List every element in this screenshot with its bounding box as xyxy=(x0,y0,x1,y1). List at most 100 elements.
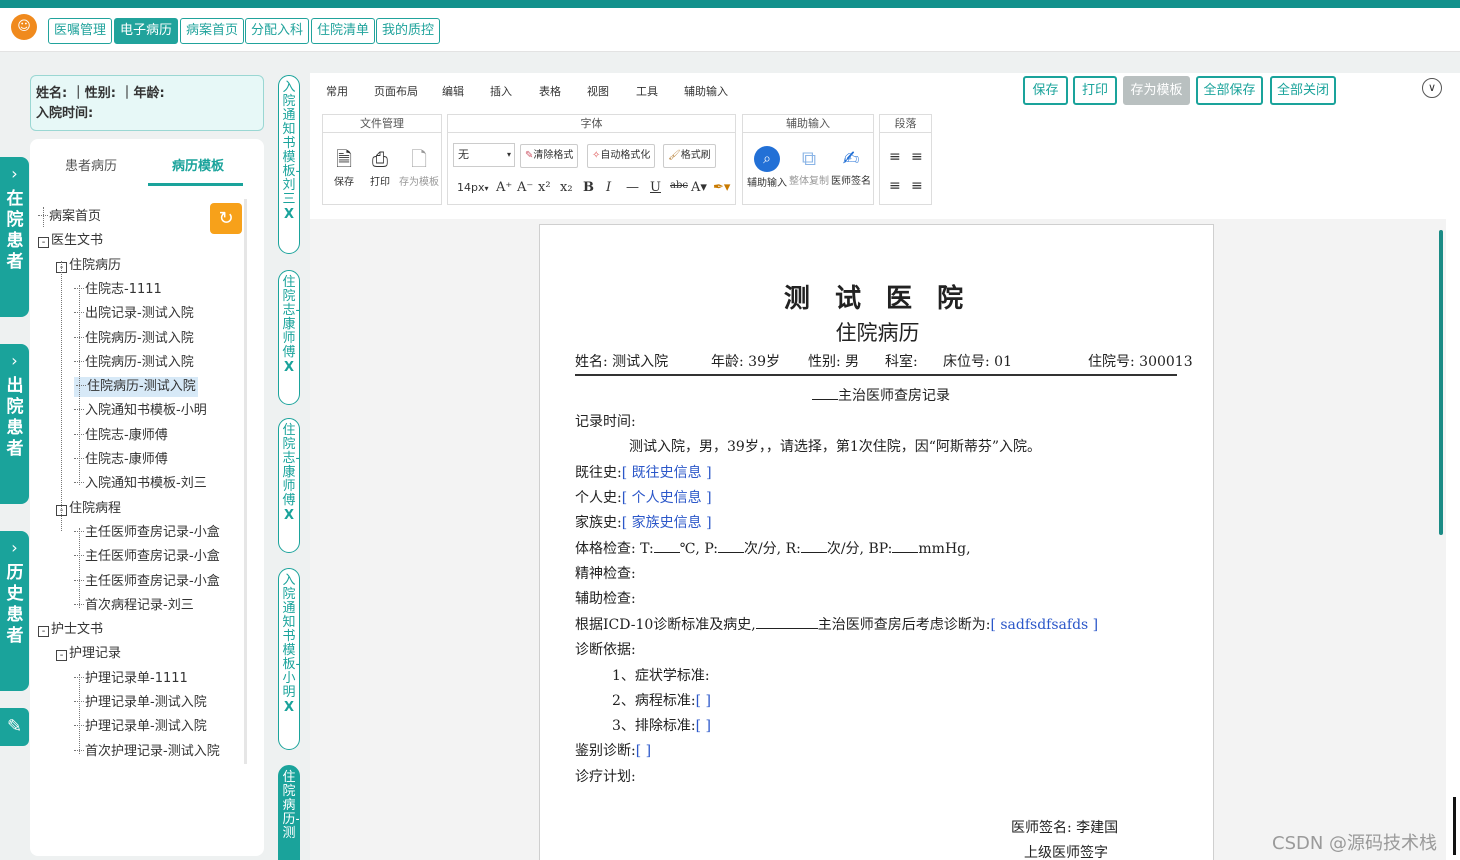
font-color-icon[interactable]: A▾ xyxy=(691,180,707,195)
tree-leaf-item[interactable]: 入院通知书模板-刘三 xyxy=(74,474,207,494)
close-icon[interactable]: X xyxy=(279,361,299,375)
close-icon[interactable]: X xyxy=(279,509,299,523)
tab-inpatients[interactable]: › 在院患者 xyxy=(0,157,29,317)
tree-folder-item[interactable]: - 住院病历 xyxy=(56,256,121,276)
tree-scrollbar[interactable] xyxy=(244,199,247,764)
document-scrollbar[interactable] xyxy=(1439,230,1443,535)
tree-leaf-item[interactable]: 护理记录单-1111 xyxy=(74,669,188,689)
menu-tab-insert[interactable]: 插入 xyxy=(490,83,512,99)
nav-case-front-page[interactable]: 病案首页 xyxy=(180,18,245,44)
tree-collapse-icon[interactable]: - xyxy=(38,626,49,638)
nav-my-quality-control[interactable]: 我的质控 xyxy=(376,18,441,44)
auto-format-button[interactable]: ✧自动格式化 xyxy=(587,144,656,168)
blood-pressure-field[interactable] xyxy=(892,552,919,553)
chevron-down-icon[interactable]: ∨ xyxy=(1422,78,1442,98)
toolbar-copy-all[interactable]: ⧉ 整体复制 xyxy=(789,146,829,187)
toolbar-doctor-signature[interactable]: ✍ 医师签名 xyxy=(831,146,871,187)
tree-leaf-item[interactable]: 护理记录单-测试入院 xyxy=(74,717,207,737)
document-page[interactable]: 测 试 医 院 住院病历 姓名: 测试入院 年龄: 39岁 性别: 男 科室: … xyxy=(539,224,1214,860)
tree-leaf-item[interactable]: 首次病程记录-刘三 xyxy=(74,596,194,616)
doc-tab-inpatient-record-active[interactable]: 住院病历-测 xyxy=(278,765,300,860)
align-center-icon[interactable]: ≡ xyxy=(911,149,923,165)
save-button[interactable]: 保存 xyxy=(1023,76,1068,105)
nav-order-management[interactable]: 医嘱管理 xyxy=(48,18,113,44)
horizontal-line-icon[interactable]: — xyxy=(626,180,639,195)
refresh-icon[interactable]: ↻ xyxy=(210,203,242,234)
tab-patient-records[interactable]: 患者病历 xyxy=(65,155,117,174)
menu-tab-edit[interactable]: 编辑 xyxy=(442,83,464,99)
toolbar-print[interactable]: ⎙ 打印 xyxy=(365,147,395,188)
align-right-icon[interactable]: ≡ xyxy=(889,178,901,194)
diagnosis-blank-field[interactable] xyxy=(755,628,818,629)
align-justify-icon[interactable]: ≡ xyxy=(911,178,923,194)
tree-leaf-item[interactable]: 住院志-康师傅 xyxy=(74,450,168,470)
clipboard-check-icon[interactable]: ✎ xyxy=(0,708,29,746)
nav-assign-department[interactable]: 分配入科 xyxy=(245,18,310,44)
tree-folder-item[interactable]: 病案首页 xyxy=(38,207,101,227)
tree-leaf-item[interactable]: 主任医师查房记录-小盒 xyxy=(74,547,220,567)
page-scrollbar[interactable] xyxy=(1453,797,1456,855)
nav-inpatient-list[interactable]: 住院清单 xyxy=(311,18,376,44)
font-grow-icon[interactable]: A⁺ xyxy=(496,180,512,195)
doc-tab-admission-record-kang-2[interactable]: 住院志-康师傅 X xyxy=(278,418,300,553)
tab-discharged-patients[interactable]: › 出院患者 xyxy=(0,344,29,504)
family-history-field[interactable]: [ 家族史信息 ] xyxy=(622,515,712,531)
menu-tab-tools[interactable]: 工具 xyxy=(636,83,658,99)
menu-tab-table[interactable]: 表格 xyxy=(539,83,561,99)
tree-leaf-item[interactable]: 主任医师查房记录-小盒 xyxy=(74,572,220,592)
print-button[interactable]: 打印 xyxy=(1073,76,1117,105)
menu-tab-page-layout[interactable]: 页面布局 xyxy=(374,83,418,99)
toolbar-assist-input[interactable]: ⌕ 辅助输入 xyxy=(747,146,787,189)
tree-leaf-item[interactable]: 首次护理记录-测试入院 xyxy=(74,742,220,762)
align-left-icon[interactable]: ≡ xyxy=(889,149,901,165)
menu-tab-assist-input[interactable]: 辅助输入 xyxy=(684,83,728,99)
personal-history-field[interactable]: [ 个人史信息 ] xyxy=(622,490,712,506)
pulse-field[interactable] xyxy=(717,552,744,553)
tree-folder-item[interactable]: - 住院病程 xyxy=(56,499,121,519)
tab-history-patients[interactable]: › 历史患者 xyxy=(0,531,29,691)
tree-leaf-item[interactable]: 入院通知书模板-小明 xyxy=(74,401,207,421)
blank-field[interactable] xyxy=(812,399,838,400)
user-logo-icon[interactable]: ☺ xyxy=(11,14,37,40)
tree-leaf-item[interactable]: 主任医师查房记录-小盒 xyxy=(74,523,220,543)
save-as-template-button[interactable]: 存为模板 xyxy=(1123,76,1190,105)
close-icon[interactable]: X xyxy=(279,701,299,715)
font-family-select[interactable]: 无 ▾ xyxy=(453,143,515,167)
superscript-icon[interactable]: x² xyxy=(538,180,551,195)
format-painter-button[interactable]: 🖌格式刷 xyxy=(663,144,716,168)
tree-folder-item[interactable]: - 医生文书 xyxy=(38,231,103,251)
temperature-field[interactable] xyxy=(653,552,680,553)
strikethrough-icon[interactable]: abc xyxy=(670,180,688,191)
tree-leaf-item[interactable]: 住院志-1111 xyxy=(74,280,162,300)
past-history-field[interactable]: [ 既往史信息 ] xyxy=(622,465,712,481)
toolbar-save-template[interactable]: 🗋 存为模板 xyxy=(397,147,441,188)
doc-tab-admission-notice-xiaoming[interactable]: 入院通知书模板-小明 X xyxy=(278,568,300,750)
tree-leaf-item[interactable]: 出院记录-测试入院 xyxy=(74,304,194,324)
tree-leaf-item[interactable]: 住院病历-测试入院 xyxy=(74,377,198,398)
summary-line[interactable]: 测试入院，男，39岁，，请选择，第1次住院，因“阿斯蒂芬”入院。 xyxy=(629,436,1041,456)
close-all-button[interactable]: 全部关闭 xyxy=(1270,76,1336,105)
font-shrink-icon[interactable]: A⁻ xyxy=(517,180,533,195)
tree-leaf-item[interactable]: 住院志-康师傅 xyxy=(74,426,168,446)
clear-format-button[interactable]: ✎清除格式 xyxy=(520,144,579,168)
font-size-select[interactable]: 14px▾ xyxy=(453,177,489,201)
doc-tab-admission-record-kang-1[interactable]: 住院志-康师傅 X xyxy=(278,270,300,405)
tree-leaf-item[interactable]: 住院病历-测试入院 xyxy=(74,329,194,349)
menu-tab-common[interactable]: 常用 xyxy=(326,83,348,99)
save-all-button[interactable]: 全部保存 xyxy=(1196,76,1263,105)
underline-icon[interactable]: U xyxy=(650,180,661,195)
bold-icon[interactable]: B xyxy=(583,180,594,195)
diagnosis-field[interactable]: [ sadfsdfsafds ] xyxy=(990,617,1098,633)
close-icon[interactable]: X xyxy=(279,208,299,222)
nav-electronic-medical-record[interactable]: 电子病历 xyxy=(114,18,179,44)
doc-tab-admission-notice-liusan[interactable]: 入院通知书模板-刘三 X xyxy=(278,75,300,254)
tree-folder-item[interactable]: - 护士文书 xyxy=(38,620,103,640)
tree-folder-item[interactable]: - 护理记录 xyxy=(56,644,121,664)
tree-leaf-item[interactable]: 住院病历-测试入院 xyxy=(74,353,194,373)
tree-leaf-item[interactable]: 护理记录单-测试入院 xyxy=(74,693,207,713)
basis-item-field[interactable]: [ ] xyxy=(696,718,711,734)
tab-record-templates[interactable]: 病历模板 xyxy=(172,155,224,174)
subscript-icon[interactable]: x₂ xyxy=(560,180,573,195)
tree-collapse-icon[interactable]: - xyxy=(38,237,49,249)
differential-field[interactable]: [ ] xyxy=(636,743,651,759)
